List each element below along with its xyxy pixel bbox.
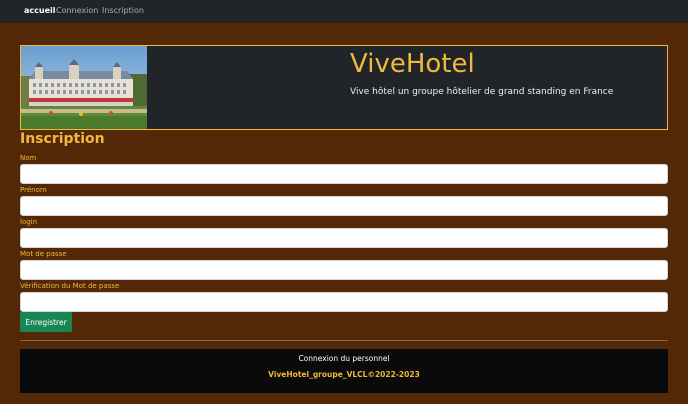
hotel-banner: ViveHotel Vive hôtel un groupe hôtelier … <box>20 45 668 130</box>
site-title: ViveHotel <box>350 49 475 79</box>
divider <box>20 340 668 341</box>
navbar: accueil Connexion Inscription <box>0 0 688 23</box>
staff-login-link[interactable]: Connexion du personnel <box>20 354 668 363</box>
prenom-label: Prénom <box>20 186 47 194</box>
nom-label: Nom <box>20 154 37 162</box>
footer: Connexion du personnel ViveHotel_groupe_… <box>20 349 668 393</box>
login-input[interactable] <box>20 228 668 248</box>
nav-link-inscription[interactable]: Inscription <box>102 6 144 15</box>
login-label: login <box>20 218 38 226</box>
nav-link-connexion[interactable]: Connexion <box>56 6 98 15</box>
password-confirm-input[interactable] <box>20 292 668 312</box>
prenom-input[interactable] <box>20 196 668 216</box>
hotel-image <box>21 46 147 129</box>
copyright-text: ViveHotel_groupe_VLCL©2022-2023 <box>268 370 420 379</box>
site-tagline: Vive hôtel un groupe hôtelier de grand s… <box>350 87 614 97</box>
password-input[interactable] <box>20 260 668 280</box>
register-button[interactable]: Enregistrer <box>20 312 72 332</box>
password-confirm-label: Vérification du Mot de passe <box>20 282 120 290</box>
form-title: Inscription <box>20 131 105 147</box>
nav-link-accueil[interactable]: accueil <box>24 6 56 15</box>
nom-input[interactable] <box>20 164 668 184</box>
password-label: Mot de passe <box>20 250 67 258</box>
